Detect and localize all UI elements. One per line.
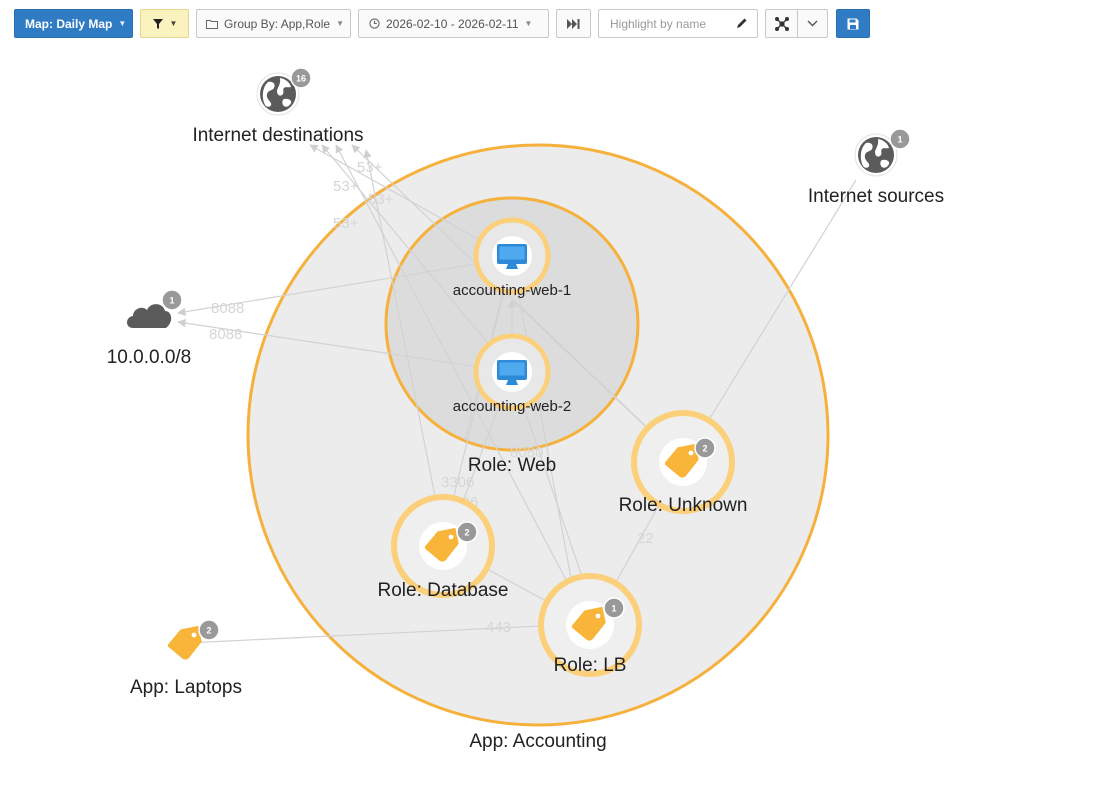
network-layout-icon <box>774 16 789 31</box>
map-selector-label: Map: Daily Map <box>25 16 113 31</box>
caret-down-icon: ▼ <box>169 19 178 28</box>
filter-button[interactable]: ▼ <box>140 9 189 38</box>
edge-label-port: 22 <box>637 530 654 547</box>
folder-icon <box>206 19 218 29</box>
node-label: Role: Unknown <box>619 495 748 516</box>
group-by-label: Group By: App,Role <box>224 16 331 31</box>
node-label: Role: LB <box>554 655 627 676</box>
edge-label-port: 8088 <box>211 300 244 317</box>
edge-label-dns: 53+ <box>333 178 359 195</box>
highlight-search[interactable] <box>598 9 758 38</box>
node-label: App: Laptops <box>130 677 242 698</box>
edge-label-port: 8088 <box>209 326 242 343</box>
edge-label-dns: 53+ <box>357 159 383 176</box>
node-app-laptops[interactable]: 2 App: Laptops <box>130 619 242 698</box>
count-badge-text: 1 <box>897 135 902 145</box>
node-label: accounting-web-1 <box>453 282 571 299</box>
filter-icon <box>152 18 163 29</box>
node-label: accounting-web-2 <box>453 398 571 415</box>
caret-down-icon: ▼ <box>118 19 127 28</box>
group-by-dropdown[interactable]: Group By: App,Role ▼ <box>196 9 351 38</box>
pencil-icon[interactable] <box>735 17 748 30</box>
node-label: 10.0.0.0/8 <box>107 347 192 368</box>
node-internet-sources[interactable]: 1 Internet sources <box>808 128 944 207</box>
caret-down-icon: ▼ <box>336 19 344 28</box>
layout-dropdown-button[interactable] <box>797 9 828 38</box>
edge-label-port: 443 <box>486 619 511 636</box>
node-label: Internet sources <box>808 186 944 207</box>
traffic-map[interactable]: 53+ 53+ 53+ 53+ 8088 8088 8080 8080 3306… <box>0 48 1096 798</box>
node-role-lb[interactable]: 1 Role: LB <box>538 573 642 677</box>
clock-icon <box>369 18 380 29</box>
skip-forward-icon <box>567 18 580 29</box>
group-label-app-accounting: App: Accounting <box>469 731 606 752</box>
save-icon <box>847 18 859 29</box>
group-label-role-web: Role: Web <box>468 455 556 476</box>
edge-label-port: 3306 <box>441 474 474 491</box>
count-badge-text: 16 <box>296 74 306 84</box>
count-badge-text: 1 <box>169 296 174 306</box>
node-network-10[interactable]: 1 10.0.0.0/8 <box>107 289 192 368</box>
layout-button[interactable] <box>765 9 798 38</box>
node-label: Role: Database <box>378 580 509 601</box>
save-button[interactable] <box>836 9 870 38</box>
node-label: Internet destinations <box>192 125 363 146</box>
date-range-label: 2026-02-10 - 2026-02-11 <box>386 16 519 31</box>
toolbar: Map: Daily Map ▼ ▼ Group By: App,Role ▼ … <box>0 0 1096 48</box>
count-badge-text: 2 <box>464 528 469 538</box>
tag-icon <box>166 625 204 662</box>
date-range-picker[interactable]: 2026-02-10 - 2026-02-11 ▼ <box>358 9 549 38</box>
count-badge-text: 2 <box>702 444 707 454</box>
skip-forward-button[interactable] <box>556 9 591 38</box>
edge-label-dns: 53+ <box>368 191 394 208</box>
count-badge-text: 1 <box>611 604 616 614</box>
count-badge-text: 2 <box>206 626 211 636</box>
edge-label-dns: 53+ <box>333 215 359 232</box>
chevron-down-icon <box>807 20 818 27</box>
map-selector-button[interactable]: Map: Daily Map ▼ <box>14 9 133 38</box>
highlight-search-input[interactable] <box>608 15 732 32</box>
node-internet-destinations[interactable]: 16 Internet destinations <box>192 67 364 146</box>
caret-down-icon: ▼ <box>524 19 533 28</box>
